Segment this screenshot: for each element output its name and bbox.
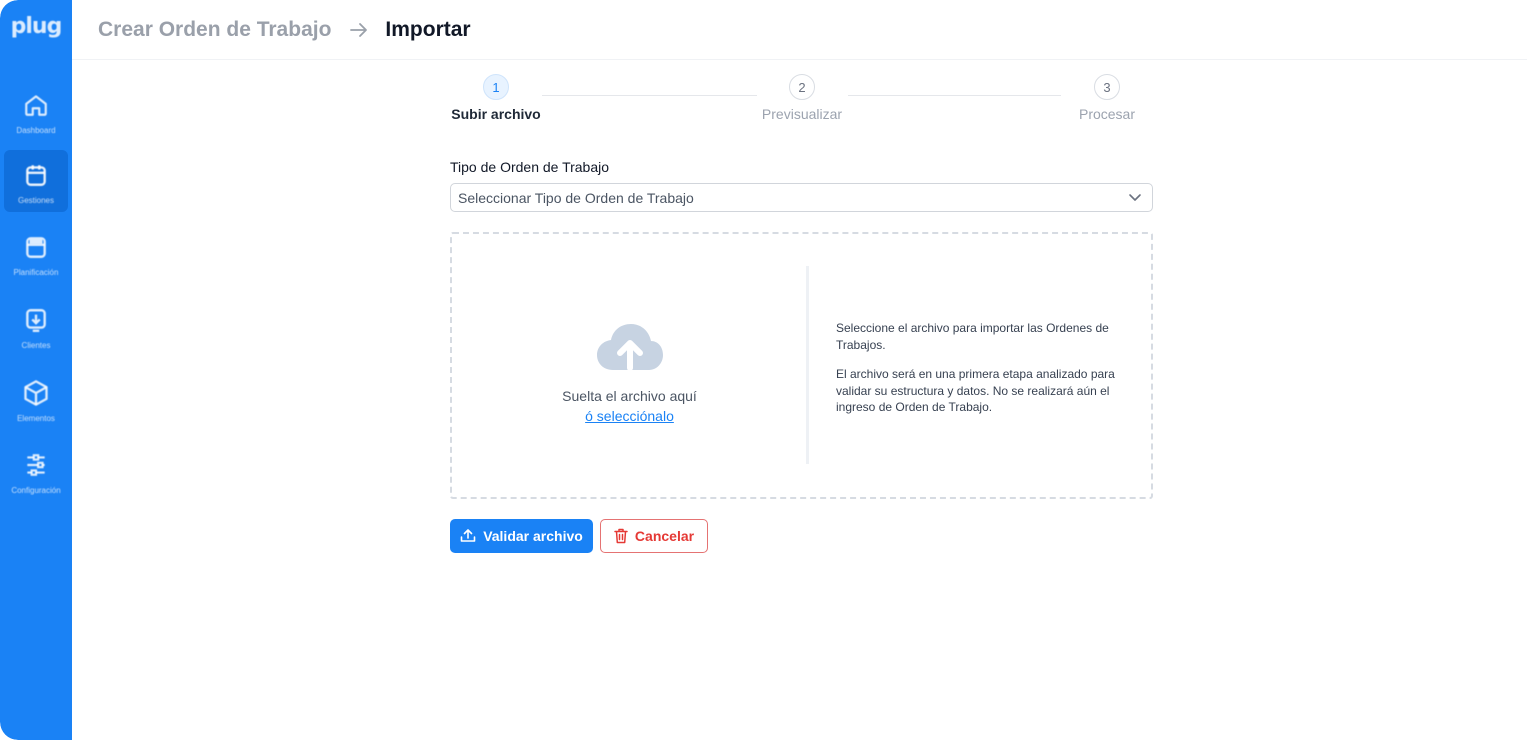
home-icon	[21, 90, 51, 120]
step-number: 2	[789, 74, 815, 100]
sidebar-item-label: Dashboard	[16, 126, 56, 135]
trash-icon	[614, 528, 628, 544]
sidebar-item-label: Elementos	[17, 414, 55, 423]
cloud-upload-icon	[595, 322, 665, 374]
sidebar-item-label: Clientes	[21, 341, 51, 350]
dropzone-divider	[806, 266, 809, 464]
step-number: 3	[1094, 74, 1120, 100]
sidebar-item-label: Configuración	[11, 486, 61, 495]
step-process: 3 Procesar	[1072, 74, 1142, 122]
step-label: Previsualizar	[761, 106, 843, 122]
info-paragraph: Seleccione el archivo para importar las …	[836, 321, 1109, 352]
sidebar-item-dashboard[interactable]: Dashboard	[4, 80, 68, 142]
validate-file-label: Validar archivo	[483, 528, 583, 544]
sidebar-item-configuracion[interactable]: Configuración	[4, 440, 68, 502]
stepper: 1 Subir archivo 2 Previsualizar 3 Proces…	[450, 74, 1153, 124]
sidebar-item-label: Planificación	[13, 268, 59, 277]
sidebar-item-clientes[interactable]: Clientes	[4, 295, 68, 357]
arrow-right-icon	[349, 22, 369, 38]
drop-instruction: Suelta el archivo aquí	[562, 387, 697, 404]
chevron-down-icon	[1128, 189, 1142, 207]
cancel-button[interactable]: Cancelar	[600, 519, 708, 553]
app-window: plug Dashboard Gestiones Planificación C…	[0, 0, 1527, 740]
validate-file-button[interactable]: Validar archivo	[450, 519, 593, 553]
sidebar-item-label: Gestiones	[17, 196, 55, 205]
step-connector	[848, 95, 1061, 96]
info-paragraph: El archivo será en una primera etapa ana…	[836, 367, 1115, 414]
cube-icon	[21, 378, 51, 408]
settings-icon	[21, 450, 51, 480]
app-logo[interactable]: plug	[0, 14, 72, 39]
sidebar-item-gestiones[interactable]: Gestiones	[4, 150, 68, 212]
file-dropzone[interactable]: Suelta el archivo aquí ó selecciónalo Se…	[450, 232, 1153, 499]
order-type-label: Tipo de Orden de Trabajo	[450, 159, 610, 175]
order-type-placeholder: Seleccionar Tipo de Orden de Trabajo	[458, 189, 694, 206]
step-label: Procesar	[1078, 106, 1136, 122]
step-number: 1	[483, 74, 509, 100]
planning-icon	[21, 232, 51, 262]
step-preview: 2 Previsualizar	[757, 74, 847, 122]
sidebar: plug Dashboard Gestiones Planificación C…	[0, 0, 72, 740]
breadcrumb-parent[interactable]: Crear Orden de Trabajo	[98, 18, 331, 42]
sidebar-item-planificacion[interactable]: Planificación	[4, 222, 68, 284]
page-header: Crear Orden de Trabajo Importar	[72, 0, 1527, 60]
dropzone-upload-area[interactable]: Suelta el archivo aquí ó selecciónalo	[452, 234, 807, 497]
calendar-icon	[21, 160, 51, 190]
clients-icon	[21, 305, 51, 335]
order-type-select[interactable]: Seleccionar Tipo de Orden de Trabajo	[450, 183, 1153, 212]
cancel-label: Cancelar	[634, 528, 695, 544]
sidebar-item-elementos[interactable]: Elementos	[4, 368, 68, 430]
step-upload: 1 Subir archivo	[450, 74, 542, 122]
step-label: Subir archivo	[451, 106, 541, 122]
upload-icon	[460, 529, 476, 543]
step-connector	[542, 95, 757, 96]
page-title: Importar	[385, 17, 471, 41]
dropzone-info: Seleccione el archivo para importar las …	[836, 320, 1126, 416]
select-file-link[interactable]: ó selecciónalo	[585, 408, 674, 424]
